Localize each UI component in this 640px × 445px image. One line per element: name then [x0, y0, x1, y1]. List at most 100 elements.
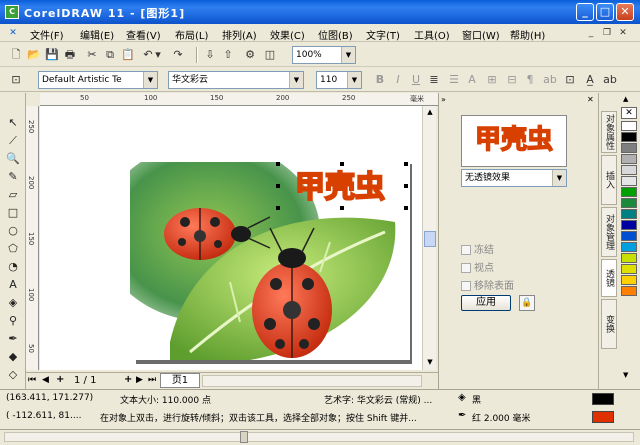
shape-tool-icon[interactable]: ⟋	[5, 133, 21, 149]
underline-button[interactable]: U	[408, 72, 424, 88]
menu-text[interactable]: 文字(T)	[366, 27, 400, 42]
menu-edit[interactable]: 编辑(E)	[80, 27, 114, 42]
palette-scroll-down-icon[interactable]: ▼	[623, 371, 628, 379]
tab-lens[interactable]: 透镜	[601, 259, 617, 297]
menu-arrange[interactable]: 排列(A)	[222, 27, 257, 42]
tab-object-manager[interactable]: 对象管理	[601, 207, 617, 257]
chevron-down-icon[interactable]: ▼	[424, 356, 436, 368]
color-swatch[interactable]	[621, 264, 637, 274]
color-swatch[interactable]	[621, 209, 637, 219]
menu-view[interactable]: 查看(V)	[126, 27, 161, 42]
application-launcher-icon[interactable]: ⚙	[242, 47, 258, 63]
copy-icon[interactable]: ⧉	[102, 47, 118, 63]
font-name-combo[interactable]: 华文彩云 ▼	[168, 71, 304, 89]
chevron-down-icon[interactable]: ▼	[143, 72, 157, 88]
format-text-icon[interactable]: ⊞	[484, 72, 500, 88]
text-format-icon[interactable]: A̲	[582, 72, 598, 88]
new-icon[interactable]: 🗋	[8, 47, 24, 63]
zoom-tool-icon[interactable]: 🔍	[5, 151, 21, 167]
undo-dropdown-icon[interactable]: ▾	[154, 47, 162, 63]
outline-tool-icon[interactable]: ✒	[5, 331, 21, 347]
export-icon[interactable]: ⇧	[220, 47, 236, 63]
horizontal-ruler[interactable]: 50 100 150 200 250 毫米	[40, 93, 438, 106]
ab-button[interactable]: ab	[542, 72, 558, 88]
apply-button[interactable]: 应用	[461, 295, 511, 311]
fill-color-swatch[interactable]	[592, 393, 614, 405]
fill-tool-icon[interactable]: ◆	[5, 349, 21, 365]
vertical-ruler[interactable]: 250 200 150 100 50	[26, 106, 39, 370]
open-icon[interactable]: 📂	[26, 47, 42, 63]
chevron-up-icon[interactable]: ▲	[424, 106, 436, 118]
menu-window[interactable]: 窗口(W)	[462, 27, 500, 42]
maximize-button[interactable]: □	[596, 3, 614, 21]
corel-online-icon[interactable]: ◫	[262, 47, 278, 63]
color-swatch[interactable]	[621, 154, 637, 164]
menu-file[interactable]: 文件(F)	[30, 27, 64, 42]
menu-help[interactable]: 帮助(H)	[510, 27, 545, 42]
tab-insert-character[interactable]: 插入	[601, 155, 617, 205]
color-swatch[interactable]	[621, 121, 637, 131]
color-swatch[interactable]	[621, 275, 637, 285]
page-tab[interactable]: 页1	[160, 373, 200, 388]
drawing-canvas[interactable]: 甲壳虫	[40, 106, 422, 370]
save-icon[interactable]: 💾	[44, 47, 60, 63]
import-icon[interactable]: ⇩	[202, 47, 218, 63]
chevron-down-icon[interactable]: ▼	[552, 170, 566, 186]
basic-shapes-icon[interactable]: ◔	[5, 259, 21, 275]
chevron-down-icon[interactable]: ▼	[341, 47, 355, 63]
color-swatch[interactable]	[621, 165, 637, 175]
vertical-text-icon[interactable]: ab	[602, 72, 618, 88]
paste-icon[interactable]: 📋	[120, 47, 136, 63]
text-tool-icon[interactable]: A	[5, 277, 21, 293]
docker-collapse-icon[interactable]: »	[441, 95, 446, 104]
bullet-icon[interactable]: ☰	[446, 72, 462, 88]
paragraph-icon[interactable]: ¶	[522, 72, 538, 88]
outline-color-swatch[interactable]	[592, 411, 614, 423]
freehand-tool-icon[interactable]: ✎	[5, 169, 21, 185]
close-button[interactable]: ✕	[616, 3, 634, 21]
docker-close-icon[interactable]: ✕	[587, 95, 594, 104]
color-swatch[interactable]	[621, 231, 637, 241]
remove-face-checkbox[interactable]	[461, 281, 471, 291]
menu-tools[interactable]: 工具(O)	[414, 27, 450, 42]
font-size-combo[interactable]: 110 ▼	[316, 71, 362, 89]
prev-page-icon[interactable]: ◀	[42, 375, 49, 385]
menu-bitmaps[interactable]: 位图(B)	[318, 27, 353, 42]
pick-tool-icon[interactable]: ↖	[5, 115, 21, 131]
doc-close-button[interactable]: ✕	[616, 27, 630, 39]
document-icon[interactable]: ✕	[6, 27, 20, 39]
color-swatch[interactable]	[621, 198, 637, 208]
no-color-swatch[interactable]: ✕	[621, 107, 637, 119]
doc-restore-button[interactable]: ❐	[600, 27, 614, 39]
color-swatch[interactable]	[621, 143, 637, 153]
lens-type-combo[interactable]: 无透镜效果 ▼	[461, 169, 567, 187]
first-page-icon[interactable]: ⏮	[28, 375, 36, 385]
bold-button[interactable]: B	[372, 72, 388, 88]
chevron-down-icon[interactable]: ▼	[289, 72, 303, 88]
progress-thumb[interactable]	[240, 431, 248, 443]
freeze-checkbox[interactable]	[461, 245, 471, 255]
chevron-down-icon[interactable]: ▼	[347, 72, 361, 88]
color-swatch[interactable]	[621, 220, 637, 230]
color-swatch[interactable]	[621, 132, 637, 142]
print-icon[interactable]: 🖶	[62, 47, 78, 63]
next-page-icon[interactable]: ▶	[136, 375, 143, 385]
coreldraw-app-icon[interactable]: C	[5, 5, 19, 19]
redo-icon[interactable]: ↷	[170, 47, 186, 63]
text-orientation-icon[interactable]: ⊡	[562, 72, 578, 88]
interactive-fill-icon[interactable]: ◇	[5, 367, 21, 383]
edit-text-icon[interactable]: ⊟	[504, 72, 520, 88]
align-icon[interactable]: ≣	[426, 72, 442, 88]
palette-scroll-up-icon[interactable]: ▲	[623, 95, 628, 103]
ellipse-tool-icon[interactable]: ○	[5, 223, 21, 239]
add-page-after-icon[interactable]: +	[124, 374, 132, 385]
freeze-option[interactable]: 冻结	[461, 241, 494, 256]
scroll-thumb[interactable]	[424, 231, 436, 247]
add-page-before-icon[interactable]: +	[56, 374, 64, 385]
interactive-blend-icon[interactable]: ◈	[5, 295, 21, 311]
menu-effects[interactable]: 效果(C)	[270, 27, 305, 42]
lock-icon[interactable]: 🔒	[519, 295, 535, 311]
doc-minimize-button[interactable]: _	[584, 27, 598, 39]
remove-face-option[interactable]: 移除表面	[461, 277, 514, 292]
color-swatch[interactable]	[621, 253, 637, 263]
